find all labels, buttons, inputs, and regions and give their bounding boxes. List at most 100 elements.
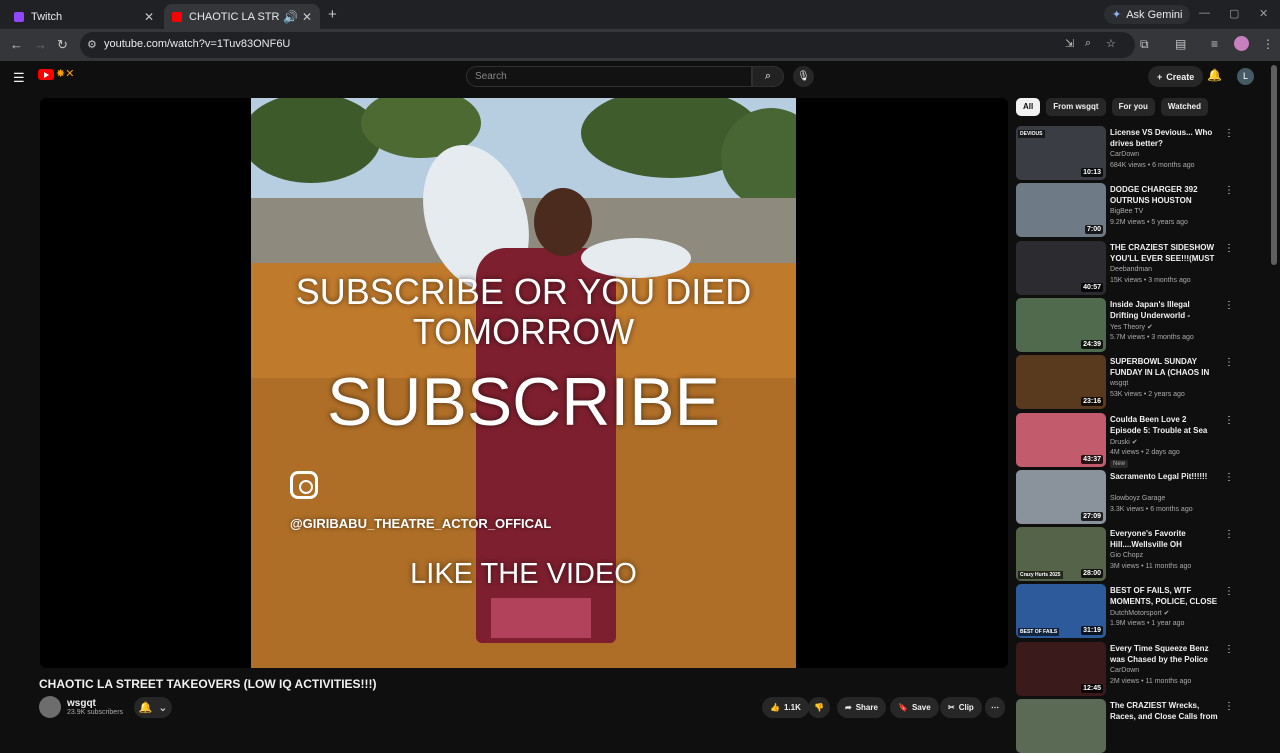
recommendation-channel[interactable]: Deebandman bbox=[1110, 266, 1152, 273]
video-thumbnail[interactable]: 24:39 bbox=[1016, 298, 1106, 352]
chip-from-channel[interactable]: From wsgqt bbox=[1046, 98, 1106, 116]
video-frame[interactable]: SUBSCRIBE OR YOU DIED TOMORROW SUBSCRIBE… bbox=[251, 98, 796, 668]
more-vertical-icon[interactable]: ⋮ bbox=[1224, 415, 1234, 426]
video-thumbnail[interactable]: 7:00 bbox=[1016, 183, 1106, 237]
more-actions-button[interactable]: ⋯ bbox=[985, 697, 1005, 718]
create-button[interactable]: + Create bbox=[1148, 66, 1204, 87]
recommendation-item[interactable]: BEST OF FAILS 31:19 BEST OF FAILS, WTF MOM… bbox=[1016, 584, 1256, 638]
recommendation-title[interactable]: Coulda Been Love 2 Episode 5: Trouble at… bbox=[1110, 414, 1218, 436]
more-vertical-icon[interactable]: ⋮ bbox=[1224, 472, 1234, 483]
like-button[interactable]: 👍 1.1K bbox=[762, 697, 809, 718]
profile-avatar[interactable] bbox=[1234, 36, 1249, 51]
speaker-icon[interactable]: 🔊 bbox=[283, 10, 298, 24]
video-thumbnail[interactable]: 12:45 bbox=[1016, 642, 1106, 696]
video-thumbnail[interactable]: 43:37 bbox=[1016, 413, 1106, 467]
chip-watched[interactable]: Watched bbox=[1160, 98, 1208, 116]
youtube-logo-icon[interactable] bbox=[38, 69, 54, 80]
save-button[interactable]: 🔖 Save bbox=[890, 697, 939, 718]
extensions-icon[interactable]: ⧉ bbox=[1140, 37, 1149, 52]
dislike-button[interactable]: 👎 bbox=[808, 697, 830, 718]
close-tab-icon[interactable]: ✕ bbox=[302, 10, 312, 24]
recommendation-item[interactable]: DEVIOUS 10:13 License VS Devious... Who dr… bbox=[1016, 126, 1256, 180]
chip-all[interactable]: All bbox=[1016, 98, 1041, 116]
reading-list-icon[interactable]: ≡ bbox=[1211, 37, 1218, 51]
video-thumbnail[interactable]: 27:09 bbox=[1016, 470, 1106, 524]
site-info-icon[interactable]: ⚙ bbox=[87, 38, 97, 51]
more-vertical-icon[interactable]: ⋮ bbox=[1224, 357, 1234, 368]
forward-icon[interactable]: → bbox=[34, 37, 47, 52]
recommendation-channel[interactable]: CarDown bbox=[1110, 151, 1139, 158]
reload-icon[interactable]: ↻ bbox=[57, 37, 68, 53]
video-thumbnail[interactable] bbox=[1016, 699, 1106, 753]
ask-gemini-button[interactable]: ✦ Ask Gemini bbox=[1104, 5, 1191, 24]
more-vertical-icon[interactable]: ⋮ bbox=[1224, 300, 1234, 311]
recommendation-item[interactable]: 23:16 SUPERBOWL SUNDAY FUNDAY IN LA (CHAO… bbox=[1016, 355, 1256, 409]
video-thumbnail[interactable]: BEST OF FAILS 31:19 bbox=[1016, 584, 1106, 638]
voice-search-button[interactable]: 🎙 bbox=[793, 66, 814, 87]
subscription-bell-button[interactable]: 🔔 ⌄ bbox=[134, 697, 172, 718]
recommendation-item[interactable]: 24:39 Inside Japan's Illegal Drifting Und… bbox=[1016, 298, 1256, 352]
video-thumbnail[interactable]: 40:57 bbox=[1016, 241, 1106, 295]
more-vertical-icon[interactable]: ⋮ bbox=[1224, 128, 1234, 139]
search-box[interactable]: Search bbox=[466, 66, 752, 87]
recommendation-item[interactable]: Crazy Hurts 2025 28:00 Everyone's Favorite… bbox=[1016, 527, 1256, 581]
more-vertical-icon[interactable]: ⋮ bbox=[1224, 185, 1234, 196]
video-player[interactable]: SUBSCRIBE OR YOU DIED TOMORROW SUBSCRIBE… bbox=[40, 98, 1008, 668]
video-thumbnail[interactable]: 23:16 bbox=[1016, 355, 1106, 409]
maximize-icon[interactable]: ▢ bbox=[1229, 7, 1239, 20]
video-thumbnail[interactable]: Crazy Hurts 2025 28:00 bbox=[1016, 527, 1106, 581]
recommendation-item[interactable]: 12:45 Every Time Squeeze Benz was Chased … bbox=[1016, 642, 1256, 696]
recommendation-channel[interactable]: BigBee TV bbox=[1110, 208, 1143, 215]
page-scrollbar[interactable] bbox=[1271, 65, 1277, 265]
recommendation-channel[interactable]: Druski ✔ bbox=[1110, 438, 1138, 446]
youtube-doodle-icon[interactable]: ✸✕ bbox=[56, 67, 74, 80]
url-text[interactable]: youtube.com/watch?v=1Tuv83ONF6U bbox=[104, 38, 290, 50]
recommendation-title[interactable]: Every Time Squeeze Benz was Chased by th… bbox=[1110, 643, 1218, 665]
back-icon[interactable]: ← bbox=[10, 37, 23, 52]
share-button[interactable]: ➦ Share bbox=[837, 697, 886, 718]
recommendation-title[interactable]: Inside Japan's Illegal Drifting Underwor… bbox=[1110, 299, 1218, 321]
browser-tab-twitch[interactable]: Twitch ✕ bbox=[6, 4, 162, 29]
recommendation-channel[interactable]: Yes Theory ✔ bbox=[1110, 323, 1153, 331]
notifications-bell-icon[interactable]: 🔔 bbox=[1207, 68, 1222, 82]
recommendation-title[interactable]: SUPERBOWL SUNDAY FUNDAY IN LA (CHAOS IN … bbox=[1110, 356, 1218, 378]
new-tab-icon[interactable]: + bbox=[328, 6, 337, 23]
zoom-icon[interactable]: ⌕ bbox=[1085, 37, 1091, 50]
bookmark-star-icon[interactable]: ☆ bbox=[1106, 37, 1116, 50]
browser-tab-youtube[interactable]: CHAOTIC LA STREET TAKEO 🔊 ✕ bbox=[164, 4, 320, 29]
channel-avatar[interactable] bbox=[39, 696, 61, 718]
close-window-icon[interactable]: ✕ bbox=[1259, 7, 1268, 20]
channel-name[interactable]: wsgqt bbox=[67, 698, 96, 709]
chip-for-you[interactable]: For you bbox=[1111, 98, 1155, 116]
recommendation-title[interactable]: THE CRAZIEST SIDESHOW YOU'LL EVER SEE!!!… bbox=[1110, 242, 1218, 264]
account-avatar[interactable]: L bbox=[1237, 68, 1254, 85]
more-vertical-icon[interactable]: ⋮ bbox=[1224, 586, 1234, 597]
recommendation-item[interactable]: 27:09 Sacramento Legal Pit!!!!!! Slowboyz … bbox=[1016, 470, 1256, 524]
clip-button[interactable]: ✂ Clip bbox=[940, 697, 982, 718]
browser-menu-icon[interactable]: ⋮ bbox=[1262, 37, 1274, 51]
more-vertical-icon[interactable]: ⋮ bbox=[1224, 701, 1234, 712]
menu-hamburger-icon[interactable]: ☰ bbox=[13, 70, 25, 86]
minimize-icon[interactable]: — bbox=[1199, 7, 1210, 19]
recommendation-title[interactable]: License VS Devious... Who drives better? bbox=[1110, 127, 1218, 149]
recommendation-title[interactable]: DODGE CHARGER 392 OUTRUNS HOUSTON POLICE… bbox=[1110, 184, 1218, 206]
recommendation-item[interactable]: 40:57 THE CRAZIEST SIDESHOW YOU'LL EVER S… bbox=[1016, 241, 1256, 295]
recommendation-title[interactable]: The CRAZIEST Wrecks, Races, and Close Ca… bbox=[1110, 700, 1218, 722]
video-thumbnail[interactable]: DEVIOUS 10:13 bbox=[1016, 126, 1106, 180]
recommendation-title[interactable]: Everyone's Favorite Hill....Wellsville O… bbox=[1110, 528, 1218, 550]
recommendation-channel[interactable]: CarDown bbox=[1110, 667, 1139, 674]
install-app-icon[interactable]: ⇲ bbox=[1065, 37, 1074, 50]
side-panel-icon[interactable]: ▤ bbox=[1175, 37, 1186, 51]
recommendation-item[interactable]: 7:00 DODGE CHARGER 392 OUTRUNS HOUSTON PO… bbox=[1016, 183, 1256, 237]
recommendation-channel[interactable]: Gio Chopz bbox=[1110, 552, 1143, 559]
recommendation-item[interactable]: 43:37 Coulda Been Love 2 Episode 5: Troub… bbox=[1016, 413, 1256, 468]
search-input[interactable]: Search bbox=[475, 71, 507, 82]
close-tab-icon[interactable]: ✕ bbox=[144, 10, 154, 24]
recommendation-item[interactable]: The CRAZIEST Wrecks, Races, and Close Ca… bbox=[1016, 699, 1256, 753]
address-bar[interactable]: ⚙ youtube.com/watch?v=1Tuv83ONF6U ⇲ ⌕ ☆ bbox=[80, 32, 1135, 58]
more-vertical-icon[interactable]: ⋮ bbox=[1224, 243, 1234, 254]
recommendation-title[interactable]: Sacramento Legal Pit!!!!!! bbox=[1110, 471, 1218, 482]
recommendation-channel[interactable]: DutchMotorsport ✔ bbox=[1110, 609, 1170, 617]
recommendation-channel[interactable]: wsgqt bbox=[1110, 380, 1128, 387]
search-button[interactable]: ⌕ bbox=[752, 66, 784, 87]
